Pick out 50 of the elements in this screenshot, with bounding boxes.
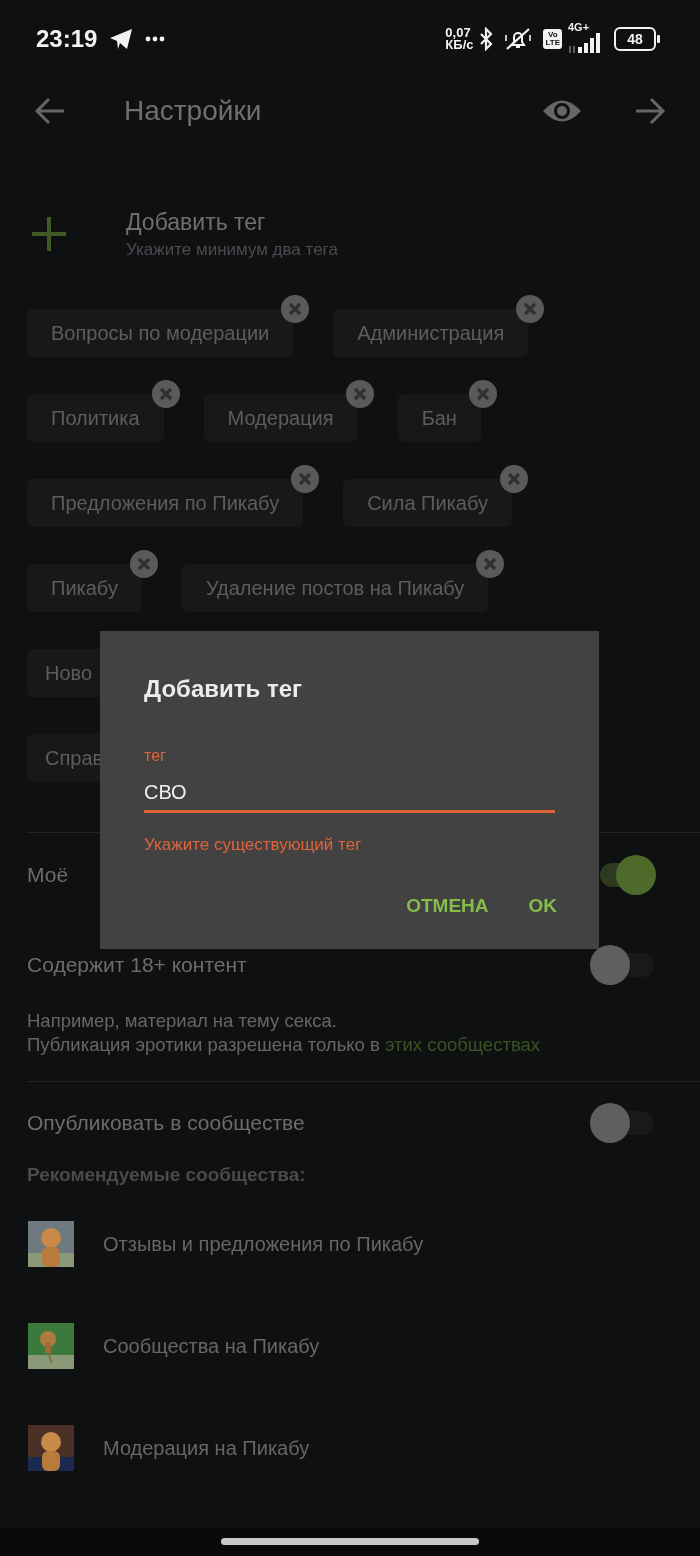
tag-chip[interactable]: Пикабу <box>27 564 142 612</box>
communities-link[interactable]: этих сообществах <box>385 1034 541 1055</box>
paper-plane-icon <box>109 28 134 50</box>
community-name[interactable]: Сообщества на Пикабу <box>103 1334 320 1358</box>
setting-label: Моё <box>27 863 69 887</box>
network-speed-unit: КБ/с <box>445 39 474 51</box>
field-label: тег <box>144 747 167 765</box>
volte-icon: Vo LTE <box>543 29 562 49</box>
screen-title: Настройки <box>124 95 263 127</box>
forward-arrow-icon[interactable] <box>634 97 666 125</box>
remove-icon[interactable] <box>345 380 374 408</box>
tag-chip[interactable]: Предложения по Пикабу <box>27 479 304 527</box>
back-arrow-icon[interactable] <box>34 97 66 125</box>
setting-label: Опубликовать в сообществе <box>27 1111 305 1135</box>
muted-bell-icon <box>503 27 534 51</box>
dialog-title: Добавить тег <box>144 675 303 703</box>
plus-icon[interactable] <box>32 217 66 251</box>
more-dots-icon <box>145 36 166 42</box>
tag-chip[interactable]: Администрация <box>333 309 529 357</box>
remove-icon[interactable] <box>516 295 545 323</box>
remove-icon[interactable] <box>500 465 528 493</box>
tag-chip[interactable]: Модерация <box>203 394 358 442</box>
network-type: 4G+ <box>568 21 590 33</box>
tag-chip[interactable]: Сила Пикабу <box>343 479 512 527</box>
error-message: Укажите существующий тег <box>144 835 363 855</box>
note-text: Например, материал на тему секса. Публикация эротики разрешена только в этих сообществах <box>27 1009 542 1057</box>
tag-chip[interactable]: Вопросы по модерации <box>27 309 294 357</box>
dialog-button[interactable]: OK <box>516 889 569 923</box>
remove-icon[interactable] <box>291 465 320 493</box>
setting-label: Содержит 18+ контент <box>27 953 247 977</box>
community-name[interactable]: Отзывы и предложения по Пикабу <box>103 1232 424 1256</box>
hint-text: Укажите минимум два тега <box>126 239 338 260</box>
bluetooth-icon <box>479 27 494 51</box>
dialog-button[interactable]: ОТМЕНА <box>394 889 501 923</box>
section-heading: Рекомендуемые сообщества: <box>27 1164 307 1186</box>
remove-icon[interactable] <box>151 380 180 408</box>
remove-icon[interactable] <box>129 550 158 578</box>
community-name[interactable]: Модерация на Пикабу <box>103 1436 310 1460</box>
add-tag-label[interactable]: Добавить тег <box>126 208 338 236</box>
tag-chip[interactable]: Бан <box>397 394 481 442</box>
remove-icon[interactable] <box>468 380 497 408</box>
field-value: СВО <box>144 781 188 804</box>
network-speed: 0,07 <box>445 27 471 39</box>
tag-chip[interactable]: Политика <box>27 394 164 442</box>
tag-chip[interactable]: Удаление постов на Пикабу <box>181 564 489 612</box>
remove-icon[interactable] <box>476 550 505 578</box>
clock-time: 23:19 <box>36 25 98 53</box>
tag-input-field[interactable]: тег СВО <box>144 747 555 813</box>
remove-icon[interactable] <box>281 295 310 323</box>
eye-icon[interactable] <box>542 98 582 124</box>
